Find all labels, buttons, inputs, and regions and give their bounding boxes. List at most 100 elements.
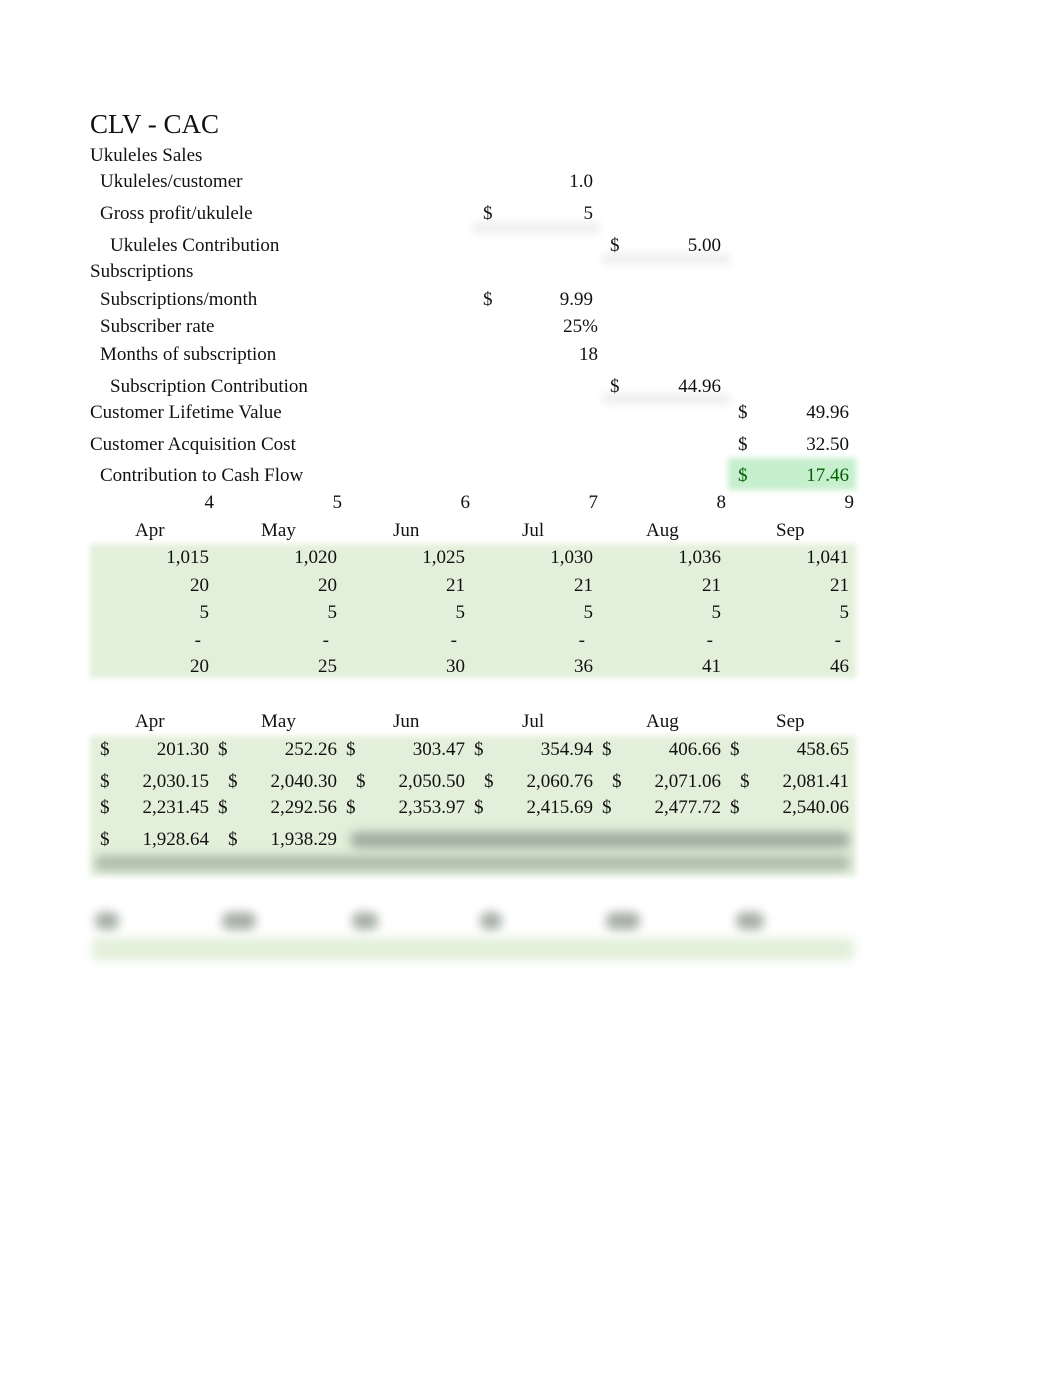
- table2-cell[interactable]: 303.47: [365, 740, 465, 759]
- table1-cell[interactable]: 1,030: [504, 548, 593, 567]
- table2-cell[interactable]: 406.66: [621, 740, 721, 759]
- table1-cell[interactable]: 21: [504, 576, 593, 595]
- label-subscription-contribution: Subscription Contribution: [110, 376, 308, 397]
- value-subscriptions-per-month[interactable]: 9.99: [500, 290, 593, 309]
- table2-currency: $: [474, 739, 484, 760]
- table2-cell[interactable]: 2,353.97: [365, 798, 466, 817]
- table1-cell[interactable]: -: [376, 631, 457, 650]
- table2-cell[interactable]: 1,928.64: [109, 830, 210, 849]
- value-clv[interactable]: 49.96: [760, 403, 849, 422]
- table2-currency: $: [602, 797, 612, 818]
- table2-cell[interactable]: 2,292.56: [237, 798, 338, 817]
- table1-cell[interactable]: -: [248, 631, 329, 650]
- table1-cell[interactable]: 5: [632, 603, 722, 622]
- month-number: 4: [204, 492, 215, 513]
- month-header: Jul: [522, 711, 545, 732]
- currency-subscription-contribution: $: [610, 376, 620, 397]
- value-cac[interactable]: 32.50: [760, 435, 849, 454]
- table1-cell[interactable]: -: [504, 631, 585, 650]
- label-contribution-to-cash-flow: Contribution to Cash Flow: [100, 465, 304, 486]
- table1-cell[interactable]: 5: [504, 603, 594, 622]
- table2-currency: $: [218, 797, 228, 818]
- table2-cell[interactable]: 2,050.50: [365, 772, 466, 791]
- table2-cell[interactable]: 2,060.76: [493, 772, 594, 791]
- table1-cell[interactable]: 5: [248, 603, 338, 622]
- table1-cell[interactable]: 1,036: [632, 548, 721, 567]
- month-number: 9: [844, 492, 855, 513]
- obscured-cell: [350, 832, 850, 848]
- label-subscriptions-per-month: Subscriptions/month: [100, 289, 258, 310]
- month-header: Sep: [776, 711, 805, 732]
- table2-cell[interactable]: 1,938.29: [237, 830, 338, 849]
- table2-currency: $: [346, 739, 356, 760]
- table1-cell[interactable]: 1,015: [120, 548, 209, 567]
- table2-currency: $: [730, 739, 740, 760]
- month-header: May: [261, 520, 296, 541]
- table1-cell[interactable]: 20: [120, 657, 209, 676]
- table2-currency: $: [346, 797, 356, 818]
- table2-currency: $: [474, 797, 484, 818]
- section-label-subscriptions: Subscriptions: [90, 261, 194, 282]
- month-header: Jun: [393, 711, 420, 732]
- month-number: 7: [588, 492, 599, 513]
- value-gross-profit[interactable]: 5: [500, 204, 594, 223]
- table2-cell[interactable]: 2,477.72: [621, 798, 722, 817]
- month-header: Apr: [135, 711, 165, 732]
- table1-cell[interactable]: 21: [760, 576, 849, 595]
- value-subscriber-rate[interactable]: 25%: [500, 317, 598, 336]
- table1-cell[interactable]: 20: [120, 576, 209, 595]
- value-cash-flow[interactable]: 17.46: [760, 466, 849, 485]
- section-label-ukuleles: Ukuleles Sales: [90, 145, 203, 166]
- table2-cell[interactable]: 458.65: [749, 740, 849, 759]
- table1-cell[interactable]: 5: [376, 603, 466, 622]
- table2-cell[interactable]: 354.94: [493, 740, 593, 759]
- currency-ukuleles-contribution: $: [610, 235, 620, 256]
- table2-cell[interactable]: 201.30: [109, 740, 209, 759]
- table1-cell[interactable]: 41: [632, 657, 721, 676]
- month-header: May: [261, 711, 296, 732]
- month-number: 8: [716, 492, 727, 513]
- table2-cell[interactable]: 2,540.06: [749, 798, 850, 817]
- table1-cell[interactable]: 5: [120, 603, 210, 622]
- table1-cell[interactable]: 1,020: [248, 548, 337, 567]
- table1-cell[interactable]: 21: [376, 576, 465, 595]
- table2-cell[interactable]: 252.26: [237, 740, 337, 759]
- table2-cell[interactable]: 2,415.69: [493, 798, 594, 817]
- table1-cell[interactable]: 5: [760, 603, 850, 622]
- obscured-header: [606, 912, 640, 930]
- table2-cell[interactable]: 2,231.45: [109, 798, 210, 817]
- table2-cell[interactable]: 2,040.30: [237, 772, 338, 791]
- table1-cell[interactable]: 20: [248, 576, 337, 595]
- table1-cell[interactable]: 25: [248, 657, 337, 676]
- month-header: Jul: [522, 520, 545, 541]
- month-header: Jun: [393, 520, 420, 541]
- table2-cell[interactable]: 2,030.15: [109, 772, 210, 791]
- table1-cell[interactable]: -: [632, 631, 713, 650]
- currency-clv: $: [738, 402, 748, 423]
- value-ukuleles-contribution[interactable]: 5.00: [630, 236, 721, 255]
- table1-cell[interactable]: 21: [632, 576, 721, 595]
- table2-cell[interactable]: 2,081.41: [749, 772, 850, 791]
- obscured-fill: [92, 938, 854, 960]
- label-customer-lifetime-value: Customer Lifetime Value: [90, 402, 282, 423]
- obscured-cell: [95, 856, 850, 870]
- table1-cell[interactable]: -: [760, 631, 841, 650]
- table1-cell[interactable]: 1,025: [376, 548, 465, 567]
- currency-subscriptions-per-month: $: [483, 289, 493, 310]
- table1-cell[interactable]: -: [120, 631, 201, 650]
- obscured-header: [352, 912, 378, 930]
- table1-cell[interactable]: 1,041: [760, 548, 849, 567]
- table1-cell[interactable]: 36: [504, 657, 593, 676]
- currency-cash-flow: $: [738, 465, 748, 486]
- table1-cell[interactable]: 30: [376, 657, 465, 676]
- sheet-title: CLV - CAC: [90, 109, 220, 139]
- value-subscription-contribution[interactable]: 44.96: [630, 377, 721, 396]
- currency-gross-profit: $: [483, 203, 493, 224]
- value-months-of-subscription[interactable]: 18: [500, 345, 598, 364]
- table1-cell[interactable]: 46: [760, 657, 849, 676]
- table2-cell[interactable]: 2,071.06: [621, 772, 722, 791]
- label-subscriber-rate: Subscriber rate: [100, 316, 215, 337]
- value-ukuleles-per-customer[interactable]: 1.0: [500, 172, 593, 191]
- label-ukuleles-contribution: Ukuleles Contribution: [110, 235, 280, 256]
- table2-currency: $: [602, 739, 612, 760]
